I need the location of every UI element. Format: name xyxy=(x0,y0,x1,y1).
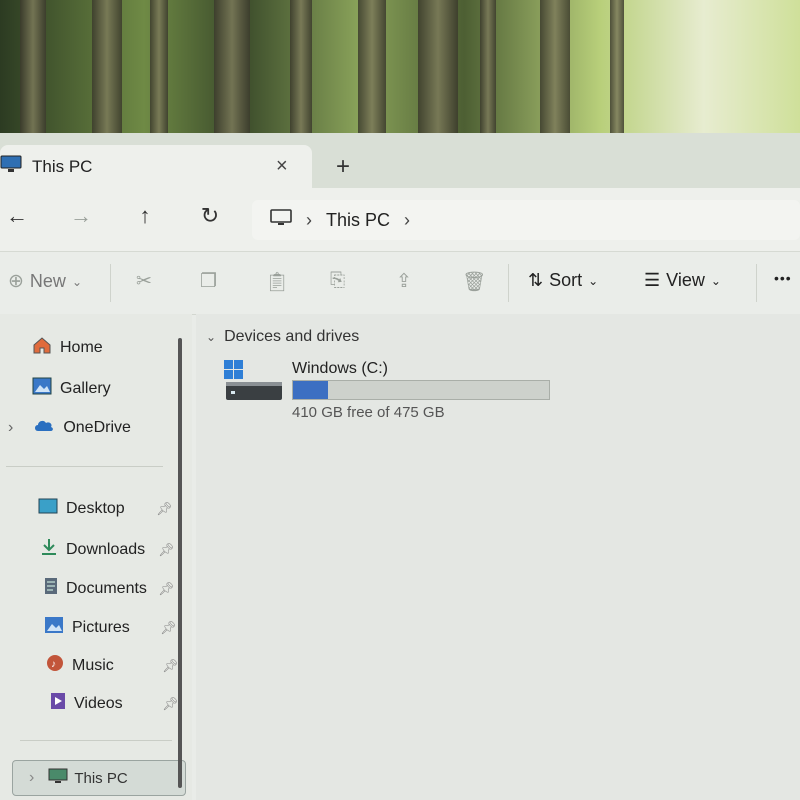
sidebar-item-desktop[interactable]: Desktop 📌︎ xyxy=(38,498,178,519)
breadcrumb-separator: › xyxy=(306,209,312,230)
cut-icon[interactable]: ✂ xyxy=(136,270,152,293)
sidebar-item-label: This PC xyxy=(74,769,128,787)
section-label: Devices and drives xyxy=(224,328,360,345)
sidebar-item-documents[interactable]: Documents 📌︎ xyxy=(44,577,184,600)
sidebar-item-label: OneDrive xyxy=(63,418,131,436)
svg-text:♪: ♪ xyxy=(51,659,56,670)
sidebar-item-label: Videos xyxy=(74,694,123,712)
tab-title: This PC xyxy=(32,156,93,176)
drive-free-space: 410 GB free of 475 GB xyxy=(292,404,445,421)
sidebar-divider xyxy=(20,740,172,741)
sidebar-item-videos[interactable]: Videos 📌︎ xyxy=(50,692,190,715)
pin-icon[interactable]: 📌︎ xyxy=(158,581,175,597)
desktop-wallpaper xyxy=(0,0,800,140)
breadcrumb-this-pc[interactable]: This PC xyxy=(326,210,390,231)
view-button[interactable]: ☰ View ⌄ xyxy=(644,270,721,291)
plus-circle-icon: ⊕ xyxy=(8,271,24,292)
download-icon xyxy=(40,538,58,561)
gallery-icon xyxy=(32,377,52,400)
copy-icon[interactable]: ❐ xyxy=(200,270,217,293)
videos-icon xyxy=(50,692,66,715)
breadcrumb-chevron-icon[interactable]: › xyxy=(404,210,410,231)
sidebar-scrollbar[interactable] xyxy=(178,338,182,788)
monitor-icon xyxy=(48,768,68,789)
new-label: New xyxy=(29,271,66,291)
sidebar-item-label: Pictures xyxy=(72,618,130,636)
sidebar-item-label: Home xyxy=(60,338,103,356)
refresh-icon[interactable]: ↻ xyxy=(195,203,225,229)
sidebar-item-this-pc[interactable]: › This PC xyxy=(12,760,186,796)
tab-this-pc[interactable]: This PC × xyxy=(0,145,312,188)
sidebar-item-label: Gallery xyxy=(60,379,111,397)
pictures-icon xyxy=(44,616,64,639)
monitor-icon xyxy=(0,155,22,178)
chevron-down-icon: ⌄ xyxy=(588,273,599,288)
close-icon[interactable]: × xyxy=(276,155,288,178)
sidebar-item-pictures[interactable]: Pictures 📌︎ xyxy=(44,616,184,639)
up-arrow-icon[interactable]: ↑ xyxy=(130,203,160,229)
drive-usage-fill xyxy=(293,381,329,399)
chevron-right-icon[interactable]: › xyxy=(8,419,13,437)
sidebar-item-music[interactable]: ♪ Music 📌︎ xyxy=(46,654,186,677)
rename-icon[interactable]: ⎘ xyxy=(330,270,345,292)
sort-label: Sort xyxy=(549,270,583,290)
sidebar-item-gallery[interactable]: Gallery xyxy=(32,377,111,400)
content-pane: ⌄ Devices and drives Windows (C:) 410 GB… xyxy=(196,314,800,800)
sort-button[interactable]: ⇅ Sort ⌄ xyxy=(528,270,598,291)
address-bar[interactable]: › This PC › xyxy=(252,200,800,240)
tab-bar: This PC × + xyxy=(0,133,800,188)
navigation-pane: Home Gallery › OneDrive Desktop 📌︎ Downl… xyxy=(0,314,192,800)
chevron-down-icon: ⌄ xyxy=(206,330,217,344)
sidebar-item-label: Downloads xyxy=(66,540,146,558)
monitor-icon xyxy=(270,208,292,232)
file-explorer-window: This PC × + ← → ↑ ↻ › This PC › ⊕ New ⌄ … xyxy=(0,133,800,800)
drive-name: Windows (C:) xyxy=(292,360,389,377)
command-bar: ⊕ New ⌄ ✂ ❐ 📋︎ ⎘ ⇪ 🗑︎ ⇅ Sort ⌄ ☰ View ⌄ … xyxy=(0,251,800,315)
new-button[interactable]: ⊕ New ⌄ xyxy=(8,270,82,293)
paste-icon[interactable]: 📋︎ xyxy=(265,270,289,294)
music-icon: ♪ xyxy=(46,654,64,677)
chevron-down-icon: ⌄ xyxy=(71,274,82,289)
sort-icon: ⇅ xyxy=(528,270,544,290)
chevron-down-icon: ⌄ xyxy=(710,273,721,288)
more-options-button[interactable]: ••• xyxy=(774,270,792,286)
home-icon xyxy=(32,336,52,359)
pin-icon[interactable]: 📌︎ xyxy=(160,620,177,636)
pin-icon[interactable]: 📌︎ xyxy=(162,696,179,712)
delete-icon[interactable]: 🗑︎ xyxy=(462,270,486,294)
view-list-icon: ☰ xyxy=(644,270,661,290)
sidebar-item-label: Music xyxy=(72,656,114,674)
drive-windows-c[interactable]: Windows (C:) 410 GB free of 475 GB xyxy=(222,358,562,428)
new-tab-button[interactable]: + xyxy=(336,153,350,181)
pin-icon[interactable]: 📌︎ xyxy=(156,501,173,517)
desktop-icon xyxy=(38,498,58,519)
pin-icon[interactable]: 📌︎ xyxy=(158,542,175,558)
sidebar-item-label: Desktop xyxy=(66,499,125,517)
sidebar-item-label: Documents xyxy=(66,579,147,597)
cloud-icon xyxy=(33,418,55,437)
navigation-bar: ← → ↑ ↻ › This PC › xyxy=(0,188,800,251)
sidebar-item-home[interactable]: Home xyxy=(32,336,103,359)
sidebar-item-onedrive[interactable]: › OneDrive xyxy=(8,418,131,437)
sidebar-item-downloads[interactable]: Downloads 📌︎ xyxy=(40,538,180,561)
forward-arrow-icon[interactable]: → xyxy=(66,203,96,229)
devices-drives-header[interactable]: ⌄ Devices and drives xyxy=(206,328,359,346)
pin-icon[interactable]: 📌︎ xyxy=(162,658,179,674)
chevron-right-icon[interactable]: › xyxy=(29,769,34,787)
back-arrow-icon[interactable]: ← xyxy=(2,203,32,229)
share-icon[interactable]: ⇪ xyxy=(396,270,412,293)
drive-icon xyxy=(222,358,284,411)
documents-icon xyxy=(44,577,58,600)
drive-usage-bar xyxy=(292,380,550,400)
sidebar-divider xyxy=(6,466,163,467)
view-label: View xyxy=(666,270,705,290)
